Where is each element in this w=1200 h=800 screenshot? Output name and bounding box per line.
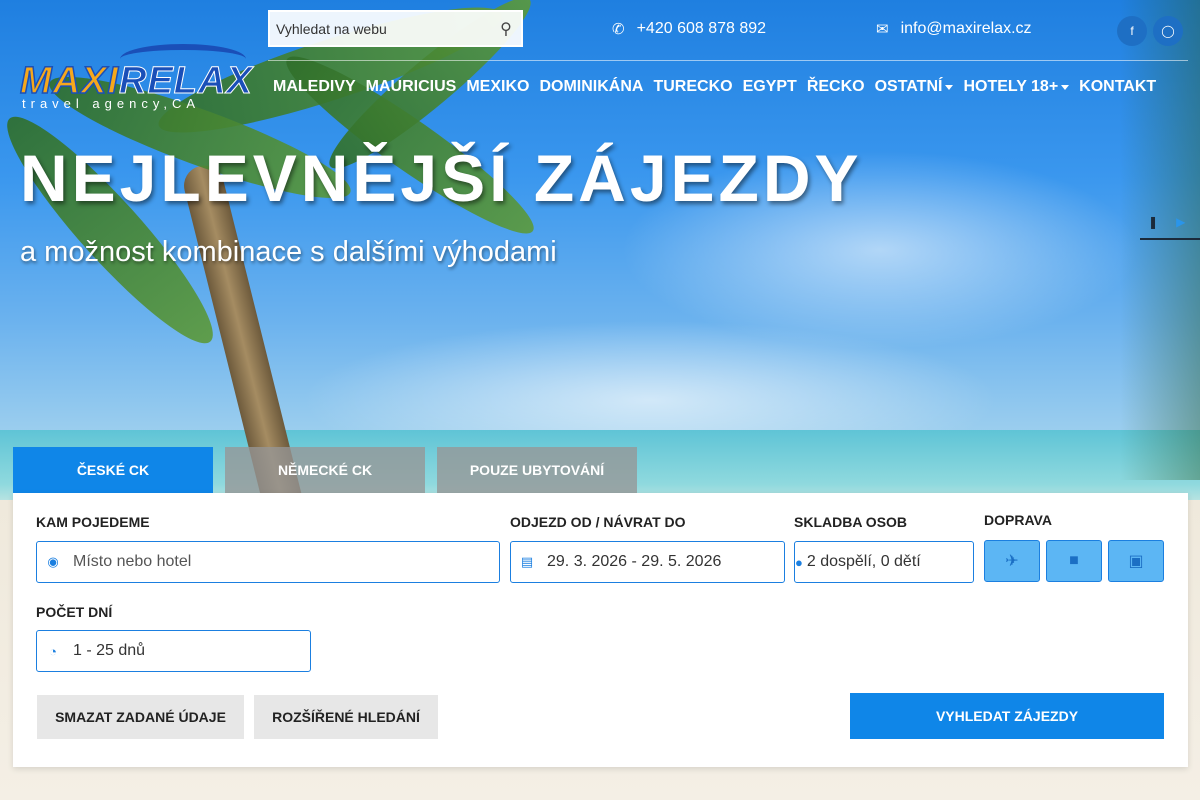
- destination-field: ◉: [36, 541, 500, 583]
- days-input[interactable]: [69, 631, 310, 671]
- logo-subtitle: travel agency,CA: [22, 96, 201, 111]
- tab-label: NĚMECKÉ CK: [277, 462, 373, 478]
- persons-label: SKLADBA OSOB: [794, 514, 908, 530]
- email-address: info@maxirelax.cz: [900, 20, 1032, 37]
- search-trips-button[interactable]: VYHLEDAT ZÁJEZDY: [850, 693, 1164, 739]
- plane-icon[interactable]: ✈: [984, 540, 1040, 582]
- nav-item-ostatni[interactable]: OSTATNÍ: [870, 78, 959, 96]
- nav-label: MEXIKO: [466, 78, 530, 95]
- caret-down-icon: [1061, 84, 1070, 90]
- phone-number: +420 608 878 892: [636, 20, 767, 37]
- nav-divider: [268, 60, 1188, 61]
- clock-icon: ◔: [49, 643, 57, 659]
- nav-label: HOTELY 18+: [963, 78, 1059, 95]
- envelope-icon: ✉: [876, 21, 889, 38]
- nav-item-maledivy[interactable]: MALEDIVY: [268, 78, 361, 96]
- nav-label: OSTATNÍ: [874, 78, 943, 95]
- map-marker-icon: ◉: [47, 554, 59, 569]
- tab-label: POUZE UBYTOVÁNÍ: [469, 462, 605, 478]
- hero-subtitle: a možnost kombinace s dalšími výhodami: [20, 236, 557, 268]
- tab-label: ČESKÉ CK: [76, 462, 150, 478]
- nav-item-mexiko[interactable]: MEXIKO: [461, 78, 534, 96]
- nav-item-hotely-18[interactable]: HOTELY 18+: [958, 78, 1074, 96]
- nav-label: DOMINIKÁNA: [539, 78, 644, 95]
- persons-input[interactable]: [802, 542, 1014, 582]
- user-icon: ●: [795, 554, 803, 570]
- site-logo[interactable]: MAXIRELAX travel agency,CA: [19, 42, 252, 112]
- tab-ceske-ck[interactable]: ČESKÉ CK: [13, 447, 213, 493]
- calendar-icon: ▤: [520, 554, 534, 569]
- nav-item-turecko[interactable]: TURECKO: [648, 78, 737, 96]
- phone-icon: ✆: [612, 21, 625, 38]
- nav-item-kontakt[interactable]: KONTAKT: [1074, 78, 1161, 96]
- contact-phone[interactable]: ✆ +420 608 878 892: [612, 20, 766, 38]
- caret-down-icon: [945, 84, 954, 90]
- tab-pouze-ubytovani[interactable]: POUZE UBYTOVÁNÍ: [437, 447, 637, 493]
- site-search: ⚲: [268, 10, 523, 47]
- nav-label: EGYPT: [742, 78, 797, 95]
- nav-item-dominikana[interactable]: DOMINIKÁNA: [534, 78, 648, 96]
- persons-field: ●: [794, 541, 1014, 583]
- dates-field: ▤: [510, 541, 785, 583]
- dates-input[interactable]: [543, 542, 784, 582]
- instagram-icon[interactable]: ◯: [1153, 16, 1183, 46]
- destination-input[interactable]: [69, 542, 499, 582]
- destination-label: KAM POJEDEME: [36, 514, 150, 530]
- play-icon[interactable]: ▶: [1176, 215, 1185, 229]
- slider-controls: ❚ ▶: [1140, 206, 1200, 240]
- bus-icon[interactable]: ▣: [1108, 540, 1164, 582]
- days-field: ◔: [36, 630, 311, 672]
- contact-email[interactable]: ✉ info@maxirelax.cz: [876, 20, 1032, 38]
- main-nav: MALEDIVY MAURICIUS MEXIKO DOMINIKÁNA TUR…: [268, 78, 1161, 96]
- nav-label: MAURICIUS: [365, 78, 457, 95]
- palm-foliage-shape: [1120, 0, 1200, 480]
- facebook-icon[interactable]: f: [1117, 16, 1147, 46]
- nav-item-recko[interactable]: ŘECKO: [802, 78, 870, 96]
- days-label: POČET DNÍ: [36, 604, 113, 620]
- transport-label: DOPRAVA: [984, 512, 1052, 528]
- nav-label: KONTAKT: [1079, 78, 1157, 95]
- tab-nemecke-ck[interactable]: NĚMECKÉ CK: [225, 447, 425, 493]
- nav-label: ŘECKO: [806, 78, 865, 95]
- car-icon[interactable]: ■: [1046, 540, 1102, 582]
- dates-label: ODJEZD OD / NÁVRAT DO: [510, 514, 686, 530]
- hero-title: NEJLEVNĚJŠÍ ZÁJEZDY: [20, 141, 863, 215]
- clear-button[interactable]: SMAZAT ZADANÉ ÚDAJE: [37, 695, 244, 739]
- advanced-search-button[interactable]: ROZŠÍŘENÉ HLEDÁNÍ: [254, 695, 438, 739]
- nav-label: MALEDIVY: [273, 78, 356, 95]
- pause-icon[interactable]: ❚: [1148, 215, 1158, 229]
- nav-item-egypt[interactable]: EGYPT: [738, 78, 802, 96]
- nav-label: TURECKO: [653, 78, 733, 95]
- search-icon[interactable]: ⚲: [491, 12, 521, 45]
- nav-item-mauricius[interactable]: MAURICIUS: [361, 78, 462, 96]
- site-search-input[interactable]: [270, 12, 491, 45]
